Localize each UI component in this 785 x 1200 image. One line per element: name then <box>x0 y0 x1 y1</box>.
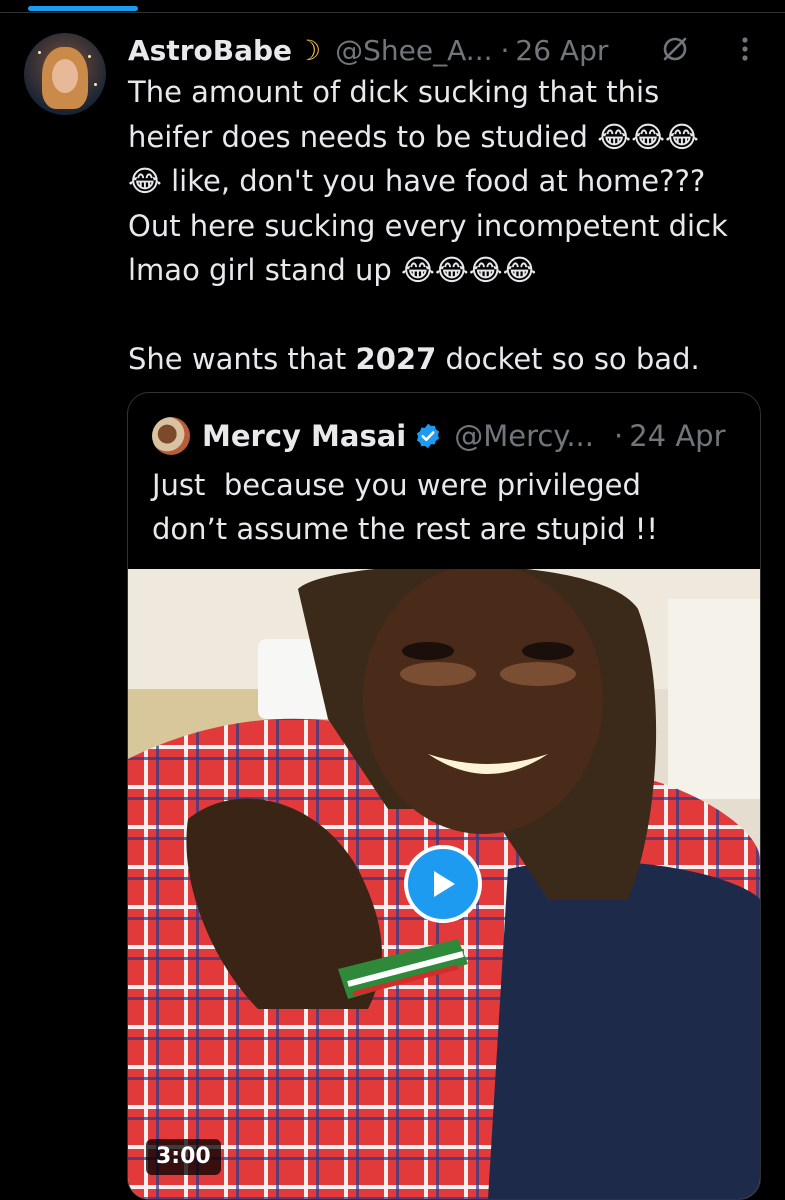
avatar[interactable] <box>24 33 106 115</box>
user-handle[interactable]: @Shee_A... <box>335 34 492 67</box>
play-icon <box>434 871 455 897</box>
quoted-tweet[interactable]: Mercy Masai @Mercy... · 24 Apr Just beca… <box>127 392 761 1200</box>
quoted-header: Mercy Masai @Mercy... · 24 Apr <box>202 415 726 457</box>
tweet-line: lmao girl stand up <box>128 253 401 287</box>
tweet-header: AstroBabe ☽ @Shee_A... · 26 Apr <box>128 30 608 70</box>
separator-dot: · <box>614 419 624 453</box>
laugh-emoji: 😂 <box>128 164 162 198</box>
tweet-line: The amount of dick sucking that this <box>128 75 660 109</box>
quoted-date[interactable]: 24 Apr <box>629 419 725 453</box>
muted-icon[interactable] <box>660 34 690 64</box>
tweet-line: docket so so bad. <box>436 342 700 376</box>
laugh-emoji: 😂 <box>597 119 632 154</box>
quoted-avatar[interactable] <box>152 417 190 455</box>
more-options-icon[interactable] <box>733 34 757 64</box>
laugh-emoji: 😂 <box>434 253 469 287</box>
separator-dot: · <box>500 33 510 67</box>
divider <box>0 12 785 13</box>
tweet-text: The amount of dick sucking that this hei… <box>128 70 768 382</box>
quoted-handle[interactable]: @Mercy... <box>454 419 594 453</box>
quoted-display-name[interactable]: Mercy Masai <box>202 419 406 453</box>
avatar-star <box>94 83 97 86</box>
name-emoji: ☽ <box>296 33 322 67</box>
verified-badge-icon <box>417 423 440 449</box>
laugh-emoji: 😂 <box>664 119 699 154</box>
laugh-emoji: 😂 <box>468 253 503 287</box>
tweet-line: heifer does needs to be studied <box>128 119 598 154</box>
play-button[interactable] <box>404 845 482 923</box>
tweet-line: Out here sucking every incompetent dick <box>128 208 728 243</box>
video-thumbnail[interactable]: 3:00 <box>128 569 760 1199</box>
tweet-date[interactable]: 26 Apr <box>515 34 608 67</box>
bold-year: 2027 <box>355 342 437 376</box>
tab-indicator <box>28 6 138 11</box>
tweet-line: like, don't you have food at home??? <box>161 164 706 198</box>
laugh-emoji: 😂 <box>631 119 665 154</box>
avatar-face <box>52 59 78 93</box>
avatar-star <box>88 55 91 58</box>
quoted-text: Just because you were privileged don’t a… <box>152 468 658 546</box>
video-duration: 3:00 <box>146 1139 221 1175</box>
tweet-line: She wants that <box>128 342 356 376</box>
avatar-star <box>38 51 41 54</box>
display-name[interactable]: AstroBabe <box>128 34 292 67</box>
laugh-emoji: 😂 <box>502 253 537 287</box>
laugh-emoji: 😂 <box>400 253 435 287</box>
